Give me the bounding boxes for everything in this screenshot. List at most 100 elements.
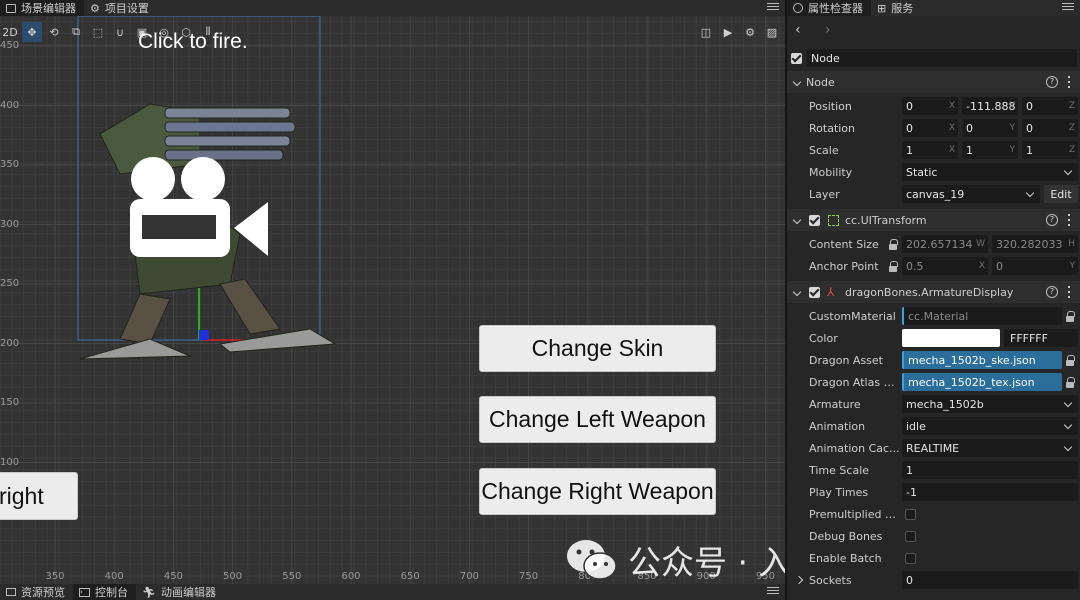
tab-services[interactable]: ⊞ 服务 (871, 0, 921, 16)
gizmo-settings-icon[interactable]: ⚙ (741, 23, 759, 41)
x-axis-tick-label: 500 (223, 571, 243, 582)
rotation-x-input[interactable]: 0X (902, 119, 958, 137)
position-z-input[interactable]: 0Z (1022, 97, 1078, 115)
sockets-input[interactable]: 0 (902, 571, 1078, 589)
tab-label: 服务 (891, 2, 914, 15)
time-scale-label: Time Scale (809, 463, 870, 477)
tab-animation-editor[interactable]: 🏃︎ 动画编辑器 (136, 584, 224, 600)
custom-material-row: CustomMaterial cc.Material (787, 305, 1080, 327)
camera-icon[interactable] (128, 154, 270, 260)
anchor-y-input[interactable]: 0Y (992, 257, 1078, 275)
help-icon[interactable]: ? (1046, 286, 1058, 298)
position-x-input[interactable]: 0X (902, 97, 958, 115)
forward-arrow-icon[interactable]: › (825, 22, 831, 38)
color-row: Color FFFFFF (787, 327, 1080, 349)
move-tool-icon[interactable]: ✥ (22, 22, 42, 42)
enable-batch-label: Enable Batch (809, 551, 882, 565)
grid-toggle-icon[interactable]: ◫ (697, 23, 715, 41)
magnet-tool-icon[interactable]: ∪ (110, 22, 130, 42)
chevron-right-icon[interactable] (794, 575, 804, 585)
tab-inspector[interactable]: 属性检查器 (787, 0, 871, 16)
back-arrow-icon[interactable]: ‹ (795, 22, 801, 38)
scale-z-input[interactable]: 1Z (1022, 141, 1078, 159)
rect-tool-icon[interactable]: ⬚ (88, 22, 108, 42)
lock-icon[interactable] (1066, 311, 1075, 323)
node-section-header[interactable]: Node ? (787, 71, 1080, 93)
premultiplied-checkbox[interactable] (905, 508, 916, 520)
dragon-atlas-input[interactable]: mecha_1502b_tex.json (902, 373, 1062, 391)
rotation-z-input[interactable]: 0Z (1022, 119, 1078, 137)
chevron-down-icon (792, 77, 802, 87)
position-y-input[interactable]: -111.888 Y (962, 97, 1018, 115)
scene-menu-button[interactable] (767, 1, 779, 13)
scale-x-input[interactable]: 1X (902, 141, 958, 159)
enable-batch-checkbox[interactable] (905, 552, 916, 564)
dragon-asset-input[interactable]: mecha_1502b_ske.json (902, 351, 1062, 369)
image-settings-icon[interactable]: ▨ (763, 23, 781, 41)
play-times-input[interactable]: -1 (902, 483, 1078, 501)
armature-section-header[interactable]: ⅄ dragonBones.ArmatureDisplay ? (787, 281, 1080, 303)
rotate-tool-icon[interactable]: ⟲ (44, 22, 64, 42)
sockets-label: Sockets (809, 573, 852, 587)
scene-viewport[interactable]: 450 400 350 300 250 200 150 100 350 400 450 500 550… (0, 16, 785, 584)
lock-icon[interactable] (889, 261, 898, 273)
chevron-down-icon (792, 215, 802, 225)
lock-icon[interactable] (1066, 355, 1075, 367)
inspector-menu-button[interactable] (1062, 1, 1074, 13)
node-name-input[interactable]: Node (807, 49, 1077, 67)
tab-project-settings[interactable]: ⚙ 项目设置 (84, 0, 157, 16)
bottom-menu-button[interactable] (767, 585, 779, 597)
more-icon[interactable] (1068, 214, 1071, 226)
layer-select[interactable]: canvas_19 (902, 185, 1040, 203)
change-left-weapon-button[interactable]: Change Left Weapon (479, 396, 716, 443)
mode-2d-button[interactable]: 2D (0, 22, 20, 42)
camera-view-icon[interactable]: ▶ (719, 23, 737, 41)
tab-scene-editor[interactable]: 场景编辑器 (0, 0, 84, 16)
node-active-checkbox[interactable] (791, 52, 802, 64)
y-axis-tick-label: 250 (0, 278, 20, 289)
more-icon[interactable] (1068, 76, 1071, 88)
custom-material-input[interactable]: cc.Material (902, 307, 1062, 325)
change-right-weapon-button[interactable]: Change Right Weapon (479, 468, 716, 515)
rotation-y-input[interactable]: 0Y (962, 119, 1018, 137)
scale-tool-icon[interactable]: ⧉ (66, 22, 86, 42)
animation-cache-select[interactable]: REALTIME (902, 439, 1078, 457)
chevron-down-icon (792, 287, 802, 297)
debug-bones-label: Debug Bones (809, 529, 883, 543)
color-swatch[interactable] (902, 329, 1000, 347)
more-icon[interactable] (1068, 286, 1071, 298)
mobility-label: Mobility (809, 165, 853, 179)
anchor-x-input[interactable]: 0.5 X (902, 257, 988, 275)
section-title: Node (806, 75, 835, 89)
section-title: dragonBones.ArmatureDisplay (845, 285, 1014, 299)
time-scale-input[interactable]: 1 (902, 461, 1078, 479)
help-icon[interactable]: ? (1046, 214, 1058, 226)
lock-icon[interactable] (889, 239, 898, 251)
armature-select[interactable]: mecha_1502b (902, 395, 1078, 413)
content-size-width-input[interactable]: 202.657134 W (902, 235, 988, 253)
dragon-asset-label: Dragon Asset (809, 353, 883, 367)
partial-right-button[interactable]: right (0, 472, 78, 520)
mobility-select[interactable]: Static (902, 163, 1078, 181)
uitransform-icon (828, 214, 839, 226)
dragonbones-icon: ⅄ (827, 285, 835, 299)
tab-label: 属性检查器 (808, 2, 863, 15)
tab-asset-preview[interactable]: 资源预览 (0, 584, 73, 600)
help-icon[interactable]: ? (1046, 76, 1058, 88)
tab-label: 动画编辑器 (160, 586, 216, 599)
play-times-row: Play Times -1 (787, 481, 1080, 503)
debug-bones-checkbox[interactable] (905, 530, 916, 542)
uitransform-enabled-checkbox[interactable] (809, 214, 820, 226)
color-hex-input[interactable]: FFFFFF (1004, 329, 1078, 347)
lock-icon[interactable] (1066, 377, 1075, 389)
change-skin-button[interactable]: Change Skin (479, 325, 716, 372)
layer-edit-button[interactable]: Edit (1044, 185, 1078, 203)
content-size-label: Content Size (809, 237, 879, 251)
animation-select[interactable]: idle (902, 417, 1078, 435)
dragon-atlas-row: Dragon Atlas A... mecha_1502b_tex.json (787, 371, 1080, 393)
armature-enabled-checkbox[interactable] (809, 286, 820, 298)
uitransform-section-header[interactable]: cc.UITransform ? (787, 209, 1080, 231)
scale-y-input[interactable]: 1Y (962, 141, 1018, 159)
tab-console[interactable]: › 控制台 (73, 584, 136, 600)
content-size-height-input[interactable]: 320.282033 H (992, 235, 1078, 253)
